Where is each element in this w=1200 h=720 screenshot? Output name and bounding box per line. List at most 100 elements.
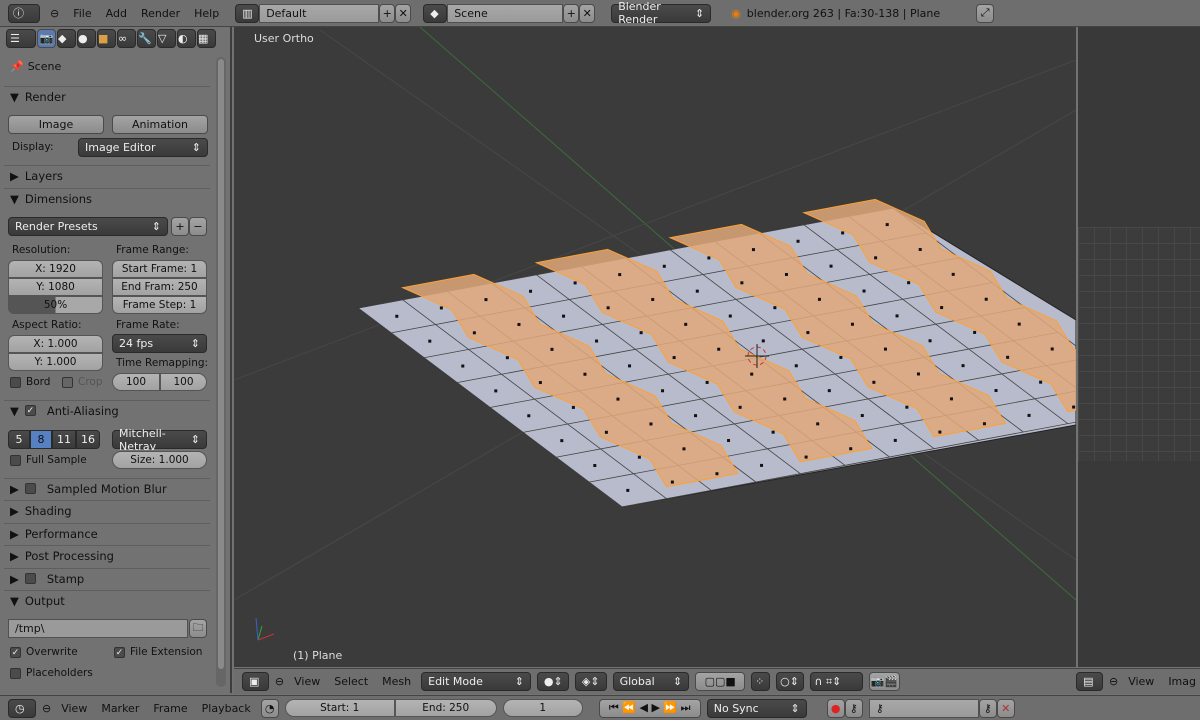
file-extension-checkbox[interactable]: ✓ File Extension [114, 646, 202, 658]
fullscreen-button[interactable]: ⤢ [976, 3, 995, 23]
frame-rate-select[interactable]: 24 fps ⇕ [112, 334, 207, 353]
menu-view[interactable]: View [290, 675, 324, 688]
collapse-icon[interactable]: ⊖ [275, 675, 284, 688]
remap-new-field[interactable]: 100 [160, 373, 207, 391]
menu-render[interactable]: Render [137, 7, 184, 20]
image-editor[interactable] [1078, 27, 1200, 667]
render-engine-select[interactable]: Blender Render ⇕ [611, 0, 712, 26]
performance-panel-header[interactable]: ▶ Performance [4, 523, 210, 543]
scene-tab-icon[interactable]: ◆ [57, 29, 76, 48]
layers-panel-header[interactable]: ▶ Layers [4, 165, 210, 185]
world-tab-icon[interactable]: ● [77, 29, 96, 48]
scrollbar[interactable] [216, 57, 226, 687]
material-tab-icon[interactable]: ◐ [177, 29, 196, 48]
menu-frame[interactable]: Frame [149, 702, 191, 715]
remove-preset-button[interactable]: − [189, 217, 207, 236]
resolution-x-field[interactable]: X: 1920 [8, 260, 103, 278]
current-frame-field[interactable]: 1 [502, 699, 583, 717]
preview-range-icon[interactable]: ◔ [260, 698, 279, 718]
snap-controls[interactable]: ∩ ⌗⇕ [810, 672, 863, 691]
aspect-x-field[interactable]: X: 1.000 [8, 335, 103, 353]
shading-select[interactable]: ●⇕ [536, 672, 569, 691]
remove-scene-button[interactable]: ✕ [579, 3, 596, 23]
motion-blur-panel-header[interactable]: ▶ Sampled Motion Blur [4, 478, 210, 498]
record-icon[interactable]: ● [826, 698, 845, 718]
render-image-button[interactable]: Image [8, 115, 104, 134]
delete-keyframe-icon[interactable]: ✕ [996, 698, 1015, 718]
timeline-end-field[interactable]: End: 250 [394, 699, 497, 717]
pivot-select[interactable]: ◈⇕ [574, 672, 607, 691]
add-scene-button[interactable]: + [563, 3, 580, 23]
timeline-start-field[interactable]: Start: 1 [284, 699, 395, 717]
menu-mesh[interactable]: Mesh [378, 675, 415, 688]
mode-select[interactable]: Edit Mode ⇕ [421, 672, 531, 691]
placeholders-checkbox[interactable]: Placeholders [10, 667, 93, 679]
dimensions-panel-header[interactable]: ▼ Dimensions [4, 188, 210, 208]
display-select[interactable]: Image Editor ⇕ [78, 138, 208, 157]
orientation-select[interactable]: Global ⇕ [612, 672, 690, 691]
aspect-y-field[interactable]: Y: 1.000 [8, 353, 103, 371]
sync-select[interactable]: No Sync ⇕ [706, 698, 807, 718]
stamp-panel-header[interactable]: ▶ Stamp [4, 568, 210, 588]
anti-aliasing-panel-header[interactable]: ▼ ✓ Anti-Aliasing [4, 400, 210, 420]
aa-sample-11[interactable]: 11 [52, 430, 76, 449]
data-tab-icon[interactable]: ▽ [157, 29, 176, 48]
menu-view[interactable]: View [57, 702, 91, 715]
resolution-y-field[interactable]: Y: 1080 [8, 278, 103, 296]
scene-icon[interactable]: ◆ [423, 3, 448, 23]
render-presets-select[interactable]: Render Presets ⇕ [8, 217, 168, 236]
end-frame-field[interactable]: End Fram: 250 [112, 278, 207, 296]
remove-layout-button[interactable]: ✕ [395, 3, 412, 23]
aa-sample-5[interactable]: 5 [8, 430, 30, 449]
info-editor-type-button[interactable]: ⓘ [8, 3, 40, 23]
collapse-icon[interactable]: ⊖ [1109, 675, 1118, 688]
editor-type-button[interactable]: ☰ [6, 29, 36, 48]
menu-playback[interactable]: Playback [198, 702, 255, 715]
proportional-edit-select[interactable]: ○⇕ [776, 672, 805, 691]
layout-icon[interactable]: ▥ [235, 3, 260, 23]
playback-controls[interactable]: ⏮ ⏪ ◀ ▶ ⏩ ⏭ [598, 698, 701, 718]
render-tab-icon[interactable]: 📷 [37, 29, 56, 48]
pin-icon[interactable]: 📌 [10, 60, 24, 73]
keying-set-field[interactable]: ⚷ [868, 698, 979, 718]
render-panel-header[interactable]: ▼ Render [4, 86, 210, 106]
image-menu-view[interactable]: View [1124, 675, 1158, 688]
editor-type-3d-button[interactable]: ▣ [242, 672, 269, 691]
keying-icon[interactable]: ⚷ [844, 698, 863, 718]
add-layout-button[interactable]: + [379, 3, 396, 23]
modifiers-tab-icon[interactable]: 🔧 [137, 29, 156, 48]
occlude-icon[interactable]: ⁘ [751, 672, 771, 691]
render-buttons[interactable]: 📷🎬 [868, 672, 901, 691]
start-frame-field[interactable]: Start Frame: 1 [112, 260, 207, 278]
post-processing-panel-header[interactable]: ▶ Post Processing [4, 545, 210, 565]
aa-sample-8[interactable]: 8 [30, 430, 52, 449]
menu-file[interactable]: File [69, 7, 95, 20]
object-tab-icon[interactable]: ■ [97, 29, 116, 48]
image-menu-image[interactable]: Imag [1164, 675, 1200, 688]
3d-viewport[interactable]: User Ortho (1) Plane [234, 27, 1076, 667]
scene-field[interactable]: Scene [447, 3, 564, 23]
layout-field[interactable]: Default [259, 3, 380, 23]
menu-add[interactable]: Add [102, 7, 131, 20]
output-panel-header[interactable]: ▼ Output [4, 590, 210, 610]
full-sample-checkbox[interactable]: Full Sample [10, 454, 87, 466]
menu-select[interactable]: Select [330, 675, 372, 688]
texture-tab-icon[interactable]: ▦ [197, 29, 216, 48]
overwrite-checkbox[interactable]: ✓ Overwrite [10, 646, 78, 658]
constraints-tab-icon[interactable]: ∞ [117, 29, 136, 48]
folder-browse-icon[interactable]: 🗀 [189, 619, 207, 638]
crop-checkbox[interactable]: Crop [62, 376, 103, 388]
frame-step-field[interactable]: Frame Step: 1 [112, 296, 207, 314]
render-animation-button[interactable]: Animation [112, 115, 208, 134]
menu-marker[interactable]: Marker [97, 702, 143, 715]
insert-keyframe-icon[interactable]: ⚷ [978, 698, 997, 718]
remap-old-field[interactable]: 100 [112, 373, 160, 391]
timeline-editor-type-button[interactable]: ◷ [8, 698, 36, 718]
aa-filter-select[interactable]: Mitchell-Netrav ⇕ [112, 427, 207, 453]
aa-size-field[interactable]: Size: 1.000 [112, 451, 207, 469]
collapse-icon[interactable]: ⊖ [42, 702, 51, 715]
menu-help[interactable]: Help [190, 7, 223, 20]
shading-panel-header[interactable]: ▶ Shading [4, 500, 210, 520]
add-preset-button[interactable]: + [171, 217, 189, 236]
border-checkbox[interactable]: Bord [10, 376, 50, 388]
